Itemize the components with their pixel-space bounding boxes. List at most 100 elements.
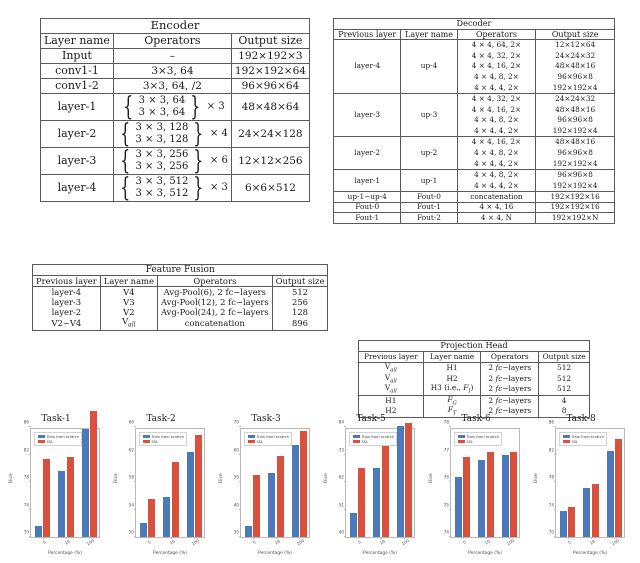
x-axis-tick-mark bbox=[357, 537, 359, 539]
chart-title: Task-2 bbox=[146, 414, 176, 424]
bar-train-from-scratch bbox=[501, 454, 509, 537]
y-axis-tick-label: 75 bbox=[443, 502, 449, 507]
legend-item: Train from scratch bbox=[562, 435, 604, 439]
y-axis-label: Dice bbox=[429, 473, 434, 483]
legend-label: SSL bbox=[46, 439, 54, 444]
bar-ssl bbox=[194, 435, 202, 537]
y-axis-label: Dice bbox=[114, 473, 119, 483]
chart-title: Task-6 bbox=[461, 414, 491, 424]
output-line: 96×96×8 bbox=[557, 147, 593, 157]
y-axis-tick-label: 78 bbox=[23, 474, 29, 480]
brace-left-icon: { bbox=[120, 172, 131, 203]
brace-left-icon: { bbox=[120, 118, 131, 149]
y-axis-tick-label: 60 bbox=[233, 447, 239, 452]
table-row: layer-2 { 3 × 3, 128 3 × 3, 128 } × 4 24… bbox=[40, 118, 311, 149]
encoder-header-layer-name: Layer name bbox=[40, 33, 114, 49]
chart-legend: Train from scratch SSL bbox=[559, 432, 608, 446]
y-axis-tick-mark bbox=[29, 508, 31, 510]
bar-ssl bbox=[614, 438, 622, 537]
legend-label: Train from scratch bbox=[256, 434, 289, 439]
fusion-header-previous-layer: Previous layer bbox=[32, 275, 101, 288]
decoder-table: Decoder Previous layer Layer name Operat… bbox=[332, 18, 615, 225]
output-line: 12×12×64 bbox=[555, 40, 596, 50]
x-axis-tick-label: 5 bbox=[41, 539, 47, 545]
bar-ssl bbox=[486, 451, 494, 537]
decoder-row-previous: layer-4 bbox=[332, 39, 402, 95]
x-axis-label: Percentage (%) bbox=[468, 551, 502, 556]
operator-line: 3 × 3, 256 bbox=[135, 148, 189, 160]
y-axis-tick-label: 82 bbox=[548, 447, 554, 452]
x-axis-tick-label: 5 bbox=[566, 539, 572, 545]
projection-head-table-body: Projection Head Previous layer Layer nam… bbox=[358, 340, 590, 418]
operator-block: { 3 × 3, 128 3 × 3, 128 } × 4 bbox=[117, 118, 228, 149]
legend-label: SSL bbox=[256, 439, 264, 444]
projection-title-row: Projection Head bbox=[358, 340, 590, 352]
chart-task-3: Task-3 Dice Percentage (%) 30 40 50 60 70 5 10 100… bbox=[213, 408, 319, 563]
decoder-row-name: up-1 bbox=[400, 169, 458, 193]
x-axis-tick-mark bbox=[591, 537, 592, 539]
operator-line: 3 × 3, 512 bbox=[135, 175, 189, 187]
y-axis-tick-label: 62 bbox=[338, 474, 344, 480]
bar-ssl bbox=[253, 474, 261, 537]
bar-train-from-scratch bbox=[373, 468, 381, 537]
x-axis-label: Percentage (%) bbox=[573, 551, 607, 556]
legend-item: Train from scratch bbox=[457, 434, 499, 439]
operator-line: 4 × 4, 16, 2× bbox=[471, 104, 522, 114]
operator-line: 4 × 4, 8, 2× bbox=[474, 170, 519, 180]
bar-train-from-scratch bbox=[291, 445, 299, 537]
y-axis-tick-label: 30 bbox=[233, 529, 239, 535]
table-row: layer-3 V3 Avg-Pool(12), 2 fc−layers 256 bbox=[32, 297, 329, 308]
projection-row-operators: 2 fc−layers bbox=[480, 373, 540, 385]
brace-left-icon: { bbox=[123, 91, 134, 122]
legend-label: Train from scratch bbox=[151, 434, 184, 439]
fusion-title: Feature Fusion bbox=[31, 263, 329, 277]
legend-swatch-icon bbox=[457, 434, 465, 439]
fusion-row-operators: Avg-Pool(24), 2 fc−layers bbox=[156, 307, 273, 318]
projection-row-output: 4 bbox=[538, 394, 590, 407]
decoder-row-operators: 4 × 4, 16 bbox=[456, 201, 537, 214]
bar-train-from-scratch bbox=[35, 526, 43, 537]
legend-item: SSL bbox=[247, 439, 289, 444]
x-axis-tick-label: 10 bbox=[378, 538, 386, 546]
legend-item: SSL bbox=[142, 440, 184, 444]
projection-row-previous: H1 bbox=[358, 394, 424, 407]
table-row: layer-4 V4 Avg-Pool(6), 2 fc−layers 512 bbox=[32, 286, 329, 298]
fusion-row-output: 128 bbox=[271, 307, 329, 318]
decoder-header-operators: Operators bbox=[456, 28, 537, 41]
y-axis-tick-mark bbox=[554, 508, 556, 510]
y-axis-tick-label: 84 bbox=[338, 419, 344, 425]
bar-ssl bbox=[276, 455, 284, 537]
x-axis-tick-mark bbox=[42, 537, 44, 539]
decoder-header-output-size: Output size bbox=[535, 28, 615, 41]
x-axis-tick-label: 10 bbox=[588, 538, 596, 546]
encoder-row-output: 12×12×256 bbox=[230, 147, 311, 175]
operator-line: 3 × 3, 64 bbox=[138, 107, 186, 118]
y-axis-tick-label: 70 bbox=[233, 419, 239, 425]
operator-block: { 3 × 3, 512 3 × 3, 512 } × 3 bbox=[117, 172, 228, 203]
bar-ssl bbox=[381, 435, 389, 537]
y-axis-tick-label: 76 bbox=[443, 474, 449, 480]
encoder-table: Encoder Layer name Operators Output size… bbox=[40, 18, 311, 203]
legend-label: Train from scratch bbox=[46, 434, 79, 439]
decoder-row-name: up-2 bbox=[400, 136, 458, 171]
operator-line: 3 × 3, 128 bbox=[135, 134, 189, 145]
x-axis-tick-label: 5 bbox=[461, 539, 467, 545]
operator-line: 4 × 4, 64, 2× bbox=[471, 40, 522, 50]
encoder-row-output: 192×192×64 bbox=[230, 63, 311, 79]
legend-swatch-icon bbox=[352, 434, 360, 439]
table-row: H1 FG 2 fc−layers 4 bbox=[358, 394, 590, 407]
encoder-row-name: layer-2 bbox=[40, 120, 114, 148]
figure-sheet: Encoder Layer name Operators Output size… bbox=[0, 0, 640, 563]
fusion-row-output: 256 bbox=[271, 297, 329, 308]
output-line: 48×48×16 bbox=[555, 61, 596, 71]
decoder-row-output: 96×96×8 192×192×4 bbox=[535, 169, 615, 193]
x-axis-tick-label: 10 bbox=[168, 538, 176, 546]
legend-item: SSL bbox=[37, 439, 79, 444]
y-axis-tick-label: 40 bbox=[338, 529, 344, 535]
fusion-row-name: V4 bbox=[99, 286, 158, 298]
decoder-table-body: Decoder Previous layer Layer name Operat… bbox=[332, 18, 615, 225]
operator-line: 4 × 4, 16, 2× bbox=[471, 61, 522, 71]
bar-ssl bbox=[404, 423, 412, 537]
decoder-row-name: Fout-2 bbox=[400, 212, 458, 225]
fusion-row-output: 512 bbox=[271, 286, 329, 298]
